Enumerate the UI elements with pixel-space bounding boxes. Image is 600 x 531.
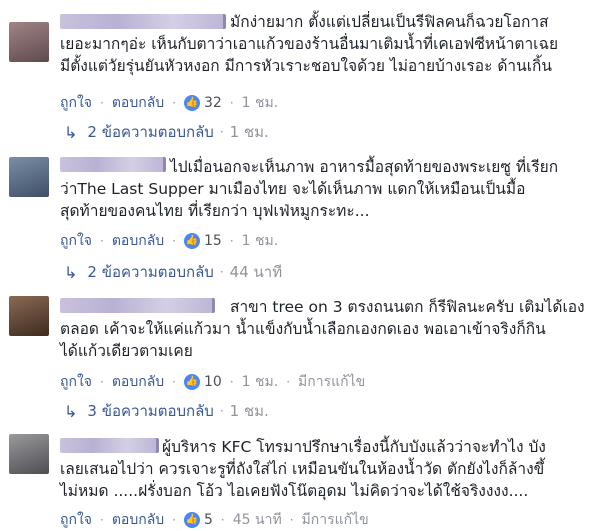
- replies-count-label[interactable]: 3 ข้อความตอบกลับ: [87, 399, 213, 423]
- replies-count-label[interactable]: 2 ข้อความตอบกลับ: [87, 260, 213, 284]
- like-link[interactable]: ถูกใจ: [60, 230, 92, 252]
- like-link[interactable]: ถูกใจ: [60, 92, 92, 114]
- reply-link[interactable]: ตอบกลับ: [112, 509, 164, 531]
- separator: ·: [286, 375, 291, 389]
- like-count[interactable]: 10: [204, 374, 222, 390]
- reply-link[interactable]: ตอบกลับ: [112, 230, 164, 252]
- comment-text: ผู้บริหาร KFC โทรมาปรึกษาเรื่องนี้กับบัง…: [60, 438, 546, 500]
- edited-label[interactable]: มีการแก้ไข: [302, 509, 369, 531]
- avatar[interactable]: [9, 157, 49, 197]
- separator: ·: [172, 375, 176, 389]
- separator: ·: [289, 513, 294, 527]
- replies-timestamp: 44 นาที: [229, 263, 283, 281]
- timestamp[interactable]: 1 ชม.: [242, 371, 279, 393]
- separator: ·: [220, 513, 225, 527]
- separator: ·: [229, 234, 234, 248]
- separator: ·: [229, 96, 234, 110]
- view-replies[interactable]: ↳ 2 ข้อความตอบกลับ · 1 ชม.: [64, 121, 269, 143]
- comment-text: ไปเมื่อนอกจะเห็นภาพ อาหารมื้อสุดท้ายของพ…: [60, 158, 559, 220]
- like-thumb-icon[interactable]: 👍: [184, 233, 200, 249]
- avatar[interactable]: [9, 296, 49, 336]
- replies-count-label[interactable]: 2 ข้อความตอบกลับ: [87, 120, 213, 144]
- timestamp[interactable]: 1 ชม.: [242, 92, 279, 114]
- view-replies[interactable]: ↳ 2 ข้อความตอบกลับ · 44 นาที: [64, 261, 282, 283]
- separator: ·: [172, 234, 176, 248]
- comment-actions: ถูกใจ · ตอบกลับ · 👍 10 · 1 ชม. · มีการแก…: [60, 372, 365, 392]
- separator: ·: [100, 375, 104, 389]
- like-count[interactable]: 15: [204, 233, 222, 249]
- reply-arrow-icon: ↳: [64, 122, 78, 142]
- replies-timestamp: 1 ชม.: [229, 402, 269, 420]
- separator: ·: [100, 96, 104, 110]
- avatar[interactable]: [9, 434, 49, 474]
- comment-actions: ถูกใจ · ตอบกลับ · 👍 32 · 1 ชม.: [60, 93, 278, 113]
- separator: ·: [219, 404, 224, 418]
- view-replies[interactable]: ↳ 3 ข้อความตอบกลับ · 1 ชม.: [64, 400, 269, 422]
- like-thumb-icon[interactable]: 👍: [184, 374, 200, 390]
- reply-link[interactable]: ตอบกลับ: [112, 371, 164, 393]
- edited-label[interactable]: มีการแก้ไข: [298, 371, 365, 393]
- comment-text: มักง่ายมาก ตั้งแต่เปลี่ยนเป็นรีฟิลคนก็ฉว…: [60, 13, 559, 75]
- avatar[interactable]: [9, 22, 49, 62]
- like-count[interactable]: 5: [204, 512, 213, 528]
- separator: ·: [100, 234, 104, 248]
- like-thumb-icon[interactable]: 👍: [184, 512, 200, 528]
- like-link[interactable]: ถูกใจ: [60, 371, 92, 393]
- like-count[interactable]: 32: [204, 95, 222, 111]
- timestamp[interactable]: 1 ชม.: [242, 230, 279, 252]
- comment-actions: ถูกใจ · ตอบกลับ · 👍 5 · 45 นาที · มีการแ…: [60, 510, 369, 530]
- separator: ·: [100, 513, 104, 527]
- separator: ·: [172, 513, 176, 527]
- like-thumb-icon[interactable]: 👍: [184, 95, 200, 111]
- reply-arrow-icon: ↳: [64, 262, 78, 282]
- separator: ·: [229, 375, 234, 389]
- timestamp[interactable]: 45 นาที: [233, 509, 282, 531]
- comment-actions: ถูกใจ · ตอบกลับ · 👍 15 · 1 ชม.: [60, 231, 278, 251]
- separator: ·: [219, 265, 224, 279]
- separator: ·: [219, 125, 224, 139]
- reply-link[interactable]: ตอบกลับ: [112, 92, 164, 114]
- separator: ·: [172, 96, 176, 110]
- like-link[interactable]: ถูกใจ: [60, 509, 92, 531]
- reply-arrow-icon: ↳: [64, 401, 78, 421]
- replies-timestamp: 1 ชม.: [229, 123, 269, 141]
- comment-text: สาขา tree on 3 ตรงถนนตก ก็รีฟิลนะครับ เต…: [60, 298, 585, 360]
